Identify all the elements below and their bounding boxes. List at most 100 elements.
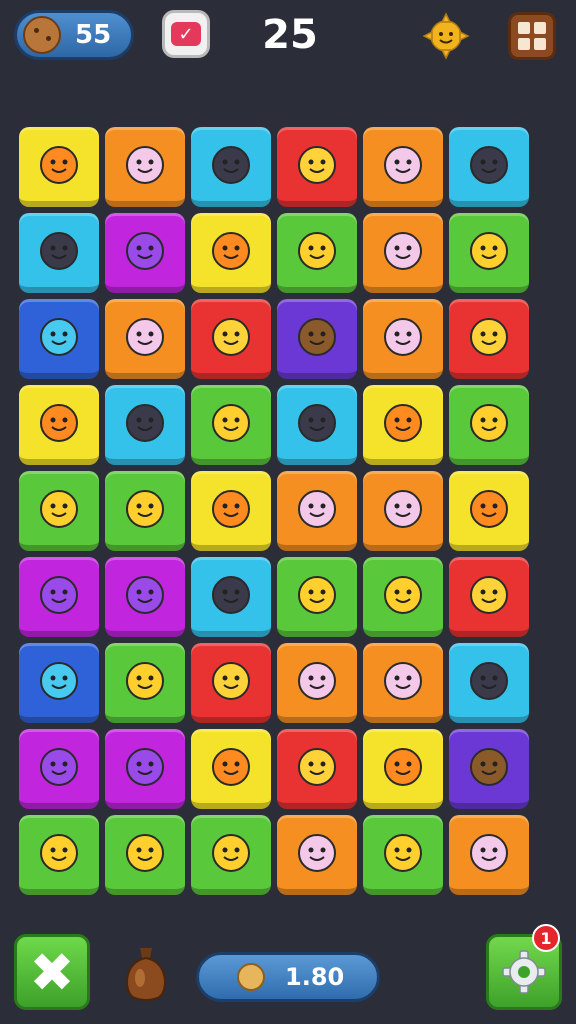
smiley-icon <box>40 576 78 614</box>
board-tile[interactable] <box>363 557 443 637</box>
no-sign-icon <box>298 748 336 786</box>
alien-icon <box>126 404 164 442</box>
cookie-icon <box>23 16 61 54</box>
board-tile[interactable] <box>277 729 357 809</box>
board-tile[interactable] <box>363 213 443 293</box>
board-tile[interactable] <box>277 471 357 551</box>
board-tile[interactable] <box>105 643 185 723</box>
board-tile[interactable] <box>363 471 443 551</box>
board-tile[interactable] <box>363 643 443 723</box>
board-tile[interactable] <box>191 729 271 809</box>
orb-icon <box>384 576 422 614</box>
board-tile[interactable] <box>363 299 443 379</box>
board-tile[interactable] <box>449 127 529 207</box>
heart-badge-icon <box>126 490 164 528</box>
bubble-icon <box>470 232 508 270</box>
gear-ball-icon <box>384 748 422 786</box>
monkey-icon <box>298 318 336 356</box>
notification-badge: 1 <box>532 924 560 952</box>
donut-icon <box>470 834 508 872</box>
grid-icon <box>518 22 530 34</box>
board-tile[interactable] <box>105 213 185 293</box>
board-tile[interactable] <box>363 729 443 809</box>
board-tile[interactable] <box>191 557 271 637</box>
board-tile[interactable] <box>19 815 99 895</box>
leaf-icon <box>40 146 78 184</box>
board-tile[interactable] <box>191 127 271 207</box>
pencil-icon <box>40 834 78 872</box>
dog-icon <box>384 146 422 184</box>
bear-icon <box>298 834 336 872</box>
board-tile[interactable] <box>19 643 99 723</box>
game-board <box>16 124 532 898</box>
map-icon <box>298 576 336 614</box>
balloon-icon <box>384 834 422 872</box>
burger-icon <box>212 490 250 528</box>
coin-icon <box>237 963 265 991</box>
chat-bubble-icon <box>40 404 78 442</box>
sun-icon[interactable] <box>422 12 470 60</box>
board-tile[interactable] <box>363 127 443 207</box>
board-tile[interactable] <box>105 471 185 551</box>
board-tile[interactable] <box>19 471 99 551</box>
face-icon <box>212 318 250 356</box>
board-tile[interactable] <box>19 385 99 465</box>
chat-bubble-icon <box>40 318 78 356</box>
robot-icon <box>212 748 250 786</box>
film-icon <box>470 662 508 700</box>
flower-icon <box>470 490 508 528</box>
orb-icon <box>126 232 164 270</box>
acorn-bag-icon[interactable] <box>120 944 172 1006</box>
board-tile[interactable] <box>19 213 99 293</box>
board-tile[interactable] <box>277 557 357 637</box>
board-tile[interactable] <box>191 643 271 723</box>
board-tile[interactable] <box>191 385 271 465</box>
board-tile[interactable] <box>105 127 185 207</box>
board-tile[interactable] <box>277 213 357 293</box>
board-tile[interactable] <box>191 299 271 379</box>
board-tile[interactable] <box>19 557 99 637</box>
messages-button[interactable]: ✓ <box>162 10 210 58</box>
mail-icon: ✓ <box>171 22 201 46</box>
coin-counter[interactable]: 55 <box>14 10 134 60</box>
board-tile[interactable] <box>277 643 357 723</box>
pig-icon <box>126 318 164 356</box>
ice-cream-icon <box>470 576 508 614</box>
board-tile[interactable] <box>449 213 529 293</box>
board-tile[interactable] <box>191 471 271 551</box>
board-tile[interactable] <box>363 815 443 895</box>
board-tile[interactable] <box>277 127 357 207</box>
board-tile[interactable] <box>449 471 529 551</box>
board-tile[interactable] <box>449 815 529 895</box>
board-tile[interactable] <box>449 643 529 723</box>
board-tile[interactable] <box>191 213 271 293</box>
board-tile[interactable] <box>19 299 99 379</box>
board-tile[interactable] <box>449 557 529 637</box>
menu-button[interactable] <box>508 12 556 60</box>
board-tile[interactable] <box>105 729 185 809</box>
board-tile[interactable] <box>277 385 357 465</box>
smiley-icon <box>384 404 422 442</box>
board-tile[interactable] <box>105 815 185 895</box>
shuffle-button[interactable]: ✖ <box>14 934 90 1010</box>
bunny-icon <box>40 490 78 528</box>
imp-icon <box>384 490 422 528</box>
ticket-icon <box>212 576 250 614</box>
board-tile[interactable] <box>105 299 185 379</box>
board-tile[interactable] <box>19 729 99 809</box>
board-tile[interactable] <box>449 729 529 809</box>
board-tile[interactable] <box>277 815 357 895</box>
black-cat-icon <box>212 146 250 184</box>
leaf-icon <box>384 318 422 356</box>
board-tile[interactable] <box>191 815 271 895</box>
board-tile[interactable] <box>105 385 185 465</box>
score-value: 1.80 <box>285 963 345 991</box>
board-tile[interactable] <box>19 127 99 207</box>
blob-icon <box>298 662 336 700</box>
bubble-icon <box>212 834 250 872</box>
board-tile[interactable] <box>277 299 357 379</box>
board-tile[interactable] <box>105 557 185 637</box>
board-tile[interactable] <box>449 385 529 465</box>
board-tile[interactable] <box>363 385 443 465</box>
board-tile[interactable] <box>449 299 529 379</box>
